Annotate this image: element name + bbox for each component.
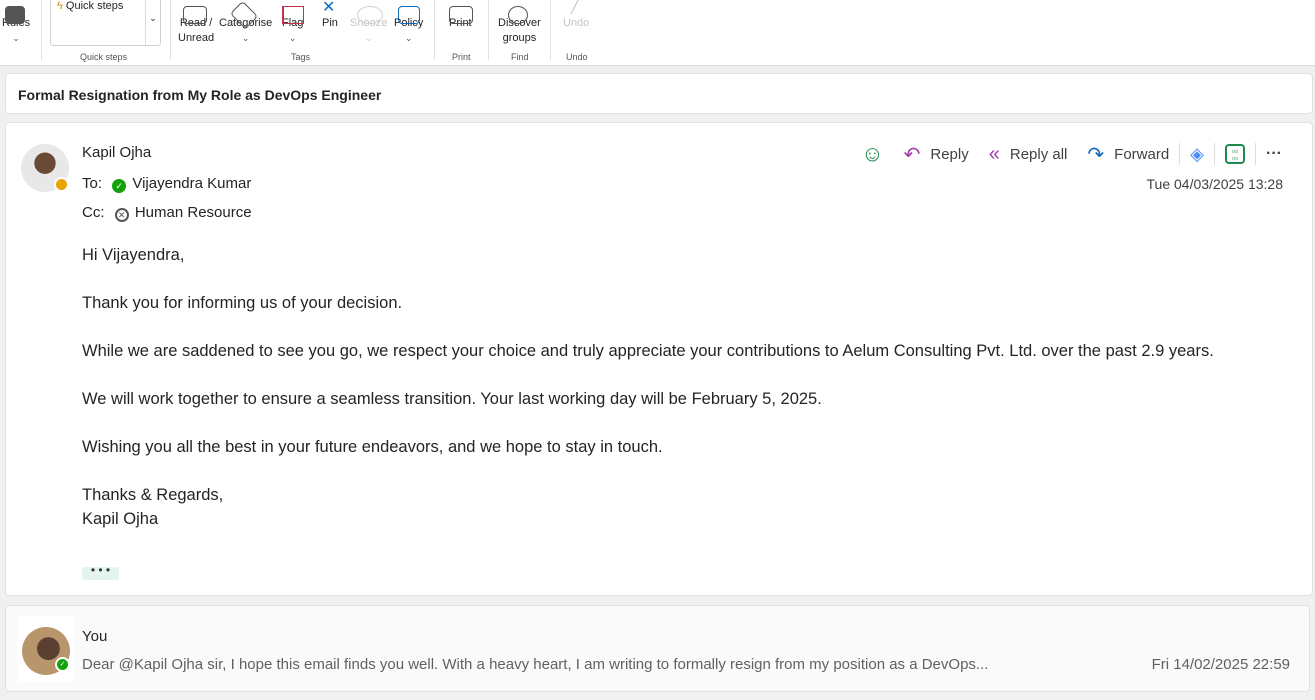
cc-line: Cc: ✕ Human Resource [82, 204, 252, 222]
reply-label: Reply [930, 145, 969, 163]
group-label-quick-steps: Quick steps [80, 52, 128, 62]
to-label: To: [82, 175, 103, 192]
label: groups [502, 32, 537, 44]
sender-name[interactable]: Kapil Ojha [82, 144, 151, 161]
recipient-cc[interactable]: Human Resource [135, 204, 252, 221]
quick-steps-dropdown[interactable]: ⌄ [145, 0, 160, 45]
group-label-tags: Tags [291, 52, 311, 62]
group-label-find: Find [511, 52, 529, 62]
people-icon [508, 6, 528, 24]
message-card: Kapil Ojha To: ✓ Vijayendra Kumar Cc: ✕ … [5, 122, 1313, 596]
envelope-icon [183, 6, 207, 24]
body-paragraph: Hi Vijayendra, [82, 246, 185, 264]
reply-button[interactable]: ↶ Reply [904, 142, 969, 167]
previous-sender: You [82, 628, 108, 645]
away-status-icon [54, 177, 69, 192]
lightning-icon: ϟ [57, 0, 63, 12]
subject-title: Formal Resignation from My Role as DevOp… [18, 87, 382, 103]
group-label-undo: Undo [566, 52, 588, 62]
policy-button[interactable]: Policy ⌄ [394, 6, 423, 46]
forward-icon: ↷ [1087, 143, 1105, 166]
quick-steps-label: Quick steps [65, 0, 124, 12]
recipient-to[interactable]: Vijayendra Kumar [132, 175, 251, 192]
label: Unread [178, 32, 215, 44]
emoji-reaction-icon[interactable]: ☺ [861, 141, 883, 167]
previous-date: Fri 14/02/2025 22:59 [1151, 656, 1290, 673]
quick-steps-gallery[interactable]: ϟ Quick steps ⌄ [50, 0, 161, 46]
flag-icon [282, 6, 304, 24]
to-line: To: ✓ Vijayendra Kumar [82, 175, 251, 193]
forward-button[interactable]: ↷ Forward [1087, 142, 1169, 167]
apps-icon[interactable]: ▫▫ ▫▫ [1225, 144, 1246, 164]
undo-button[interactable]: ╱ Undo [563, 0, 590, 31]
body-paragraph: Thank you for informing us of your decis… [82, 294, 403, 312]
print-button[interactable]: Print [449, 6, 473, 31]
previous-message-card[interactable]: ✓ You Dear @Kapil Ojha sir, I hope this … [5, 605, 1310, 692]
available-status-icon: ✓ [55, 657, 70, 672]
pin-icon: ✕ [322, 0, 336, 16]
group-label-print: Print [452, 52, 471, 62]
previous-preview: Dear @Kapil Ojha sir, I hope this email … [82, 656, 989, 673]
cc-label: Cc: [82, 204, 105, 221]
pin-button[interactable]: ✕ Pin [322, 0, 338, 31]
offline-status-icon: ✕ [114, 208, 129, 222]
reply-all-button[interactable]: « Reply all [989, 143, 1068, 166]
rules-icon [5, 6, 25, 24]
label: Undo [563, 17, 590, 29]
reply-all-label: Reply all [1009, 145, 1068, 163]
forward-label: Forward [1114, 145, 1170, 163]
show-quoted-text-button[interactable]: • • • [82, 564, 119, 580]
signoff: Thanks & Regards, [82, 486, 224, 504]
loop-icon[interactable]: ◈ [1190, 144, 1204, 165]
reply-icon: ↶ [903, 143, 921, 166]
message-body: Hi Vijayendra, Thank you for informing u… [82, 243, 1282, 531]
read-unread-button[interactable]: Read / Unread [178, 6, 215, 46]
clock-icon [357, 6, 383, 24]
undo-icon: ╱ [571, 0, 581, 14]
discover-groups-button[interactable]: Discover groups [498, 6, 541, 46]
categorise-button[interactable]: Categorise ⌄ [219, 0, 272, 46]
subject-bar: Formal Resignation from My Role as DevOp… [5, 73, 1313, 114]
printer-icon [449, 6, 473, 24]
ribbon: Rules⌄ ϟ Quick steps ⌄ Quick steps Read … [0, 0, 1315, 66]
available-status-icon: ✓ [112, 179, 127, 193]
reply-all-icon: « [988, 142, 1000, 165]
message-actions: ☺ ↶ Reply « Reply all ↷ Forward ◈ ▫▫ ▫▫ ··· [861, 141, 1282, 167]
body-paragraph: While we are saddened to see you go, we … [82, 342, 1214, 360]
more-options-icon[interactable]: ··· [1266, 145, 1282, 163]
body-paragraph: We will work together to ensure a seamle… [82, 390, 822, 408]
flag-button[interactable]: Flag ⌄ [282, 6, 304, 46]
snooze-button[interactable]: Snooze ⌄ [350, 6, 387, 46]
signature: Kapil Ojha [82, 510, 159, 528]
rules-button[interactable]: Rules⌄ [2, 6, 30, 46]
message-date: Tue 04/03/2025 13:28 [1146, 176, 1284, 192]
label: Pin [322, 17, 338, 29]
policy-icon [398, 6, 420, 24]
body-paragraph: Wishing you all the best in your future … [82, 438, 663, 456]
